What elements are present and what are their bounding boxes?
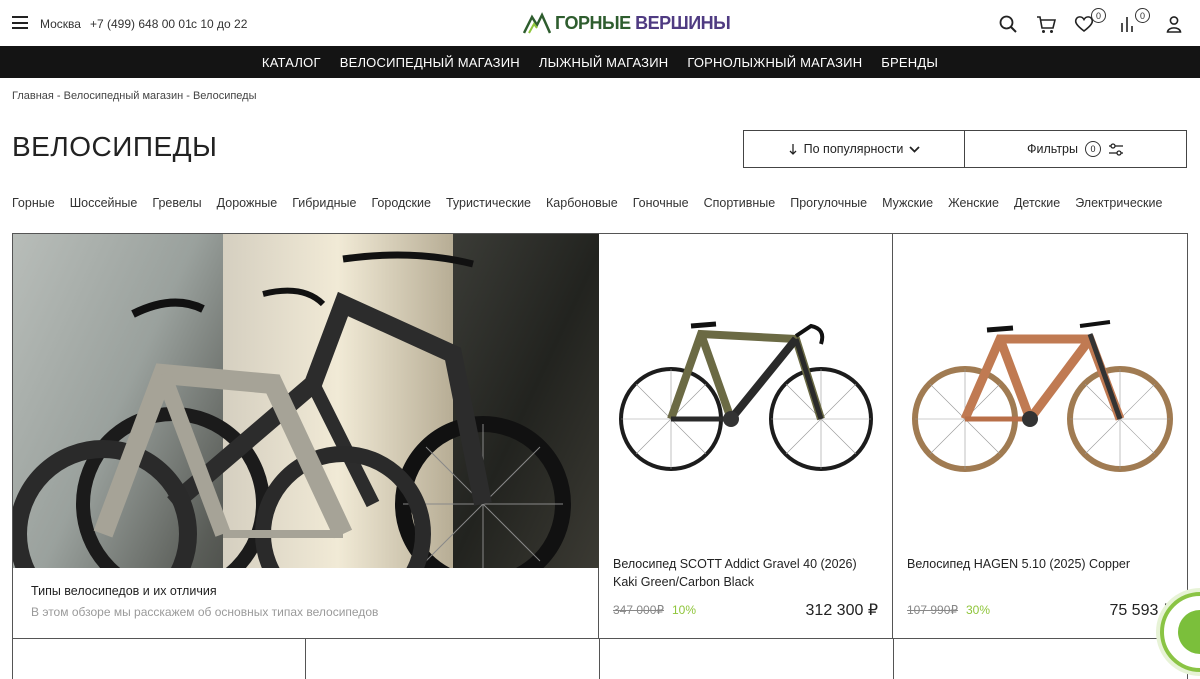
product-image <box>912 320 1173 472</box>
main-nav: КАТАЛОГ ВЕЛОСИПЕДНЫЙ МАГАЗИН ЛЫЖНЫЙ МАГА… <box>0 46 1200 78</box>
discount-label: 10% <box>672 603 697 617</box>
sort-label: По популярности <box>803 142 904 156</box>
bike-type-filters: Горные Шоссейные Гревелы Дорожные Гибрид… <box>12 196 1162 210</box>
nav-item-bike-shop[interactable]: ВЕЛОСИПЕДНЫЙ МАГАЗИН <box>340 55 520 70</box>
type-link[interactable]: Прогулочные <box>790 196 867 210</box>
product-card[interactable]: Велосипед SCOTT Addict Gravel 40 (2026) … <box>599 234 893 638</box>
arrow-down-icon <box>789 144 797 155</box>
price: 312 300 ₽ <box>805 602 878 619</box>
city-selector[interactable]: Москва <box>40 17 81 31</box>
article-subtitle: В этом обзоре мы расскажем об основных т… <box>31 605 379 619</box>
type-link[interactable]: Городские <box>371 196 430 210</box>
type-link[interactable]: Гоночные <box>633 196 689 210</box>
nav-item-brands[interactable]: БРЕНДЫ <box>881 55 938 70</box>
nav-item-alpine-ski-shop[interactable]: ГОРНОЛЫЖНЫЙ МАГАЗИН <box>687 55 862 70</box>
type-link[interactable]: Женские <box>948 196 999 210</box>
product-image <box>619 321 873 471</box>
type-link[interactable]: Спортивные <box>704 196 776 210</box>
type-link[interactable]: Гревелы <box>152 196 201 210</box>
compare-count-badge: 0 <box>1135 8 1150 23</box>
old-price: 347 000₽ <box>613 603 665 617</box>
sort-dropdown[interactable]: По популярности <box>743 130 965 168</box>
discount-label: 30% <box>966 603 991 617</box>
breadcrumb[interactable]: Главная - Велосипедный магазин - Велосип… <box>12 90 257 102</box>
page-title: ВЕЛОСИПЕДЫ <box>12 131 218 162</box>
mountain-logo-icon <box>523 12 551 34</box>
nav-item-catalog[interactable]: КАТАЛОГ <box>262 55 321 70</box>
type-link[interactable]: Туристические <box>446 196 531 210</box>
article-card[interactable]: Типы велосипедов и их отличия В этом обз… <box>12 234 599 638</box>
product-name[interactable]: Велосипед SCOTT Addict Gravel 40 (2026) … <box>613 555 881 591</box>
product-card[interactable]: Велосипед HAGEN 5.10 (2025) Copper 107 9… <box>893 234 1188 638</box>
top-bar: Москва +7 (499) 648 00 01 с 10 до 22 ГОР… <box>0 0 1200 46</box>
type-link[interactable]: Дорожные <box>217 196 278 210</box>
article-title[interactable]: Типы велосипедов и их отличия <box>31 584 217 598</box>
nav-item-ski-shop[interactable]: ЛЫЖНЫЙ МАГАЗИН <box>539 55 668 70</box>
header-icons: 0 0 <box>996 8 1186 36</box>
chevron-down-icon <box>909 145 920 153</box>
filters-label: Фильтры <box>1027 142 1078 156</box>
menu-icon[interactable] <box>12 16 28 29</box>
search-icon[interactable] <box>996 12 1020 36</box>
compare-icon[interactable]: 0 <box>1116 8 1150 36</box>
type-link[interactable]: Гибридные <box>292 196 356 210</box>
type-link[interactable]: Электрические <box>1075 196 1162 210</box>
old-price: 107 990₽ <box>907 603 959 617</box>
article-photo <box>13 234 599 568</box>
favorites-icon[interactable]: 0 <box>1072 8 1106 36</box>
type-link[interactable]: Мужские <box>882 196 933 210</box>
type-link[interactable]: Карбоновые <box>546 196 618 210</box>
logo-text: ГОРНЫЕ ВЕРШИНЫ <box>555 12 731 33</box>
sliders-icon <box>1108 142 1123 156</box>
work-hours: с 10 до 22 <box>191 17 248 31</box>
product-name[interactable]: Велосипед HAGEN 5.10 (2025) Copper <box>907 555 1175 573</box>
phone-link[interactable]: +7 (499) 648 00 01 <box>90 17 192 31</box>
cart-icon[interactable] <box>1034 12 1058 36</box>
product-grid: Типы велосипедов и их отличия В этом обз… <box>12 233 1188 679</box>
type-link[interactable]: Горные <box>12 196 55 210</box>
filters-count-badge: 0 <box>1084 141 1101 157</box>
type-link[interactable]: Детские <box>1014 196 1060 210</box>
type-link[interactable]: Шоссейные <box>70 196 138 210</box>
favorites-count-badge: 0 <box>1091 8 1106 23</box>
next-row <box>12 638 1188 679</box>
user-icon[interactable] <box>1162 12 1186 36</box>
filters-button[interactable]: Фильтры 0 <box>964 130 1187 168</box>
logo[interactable]: ГОРНЫЕ ВЕРШИНЫ <box>523 10 731 36</box>
